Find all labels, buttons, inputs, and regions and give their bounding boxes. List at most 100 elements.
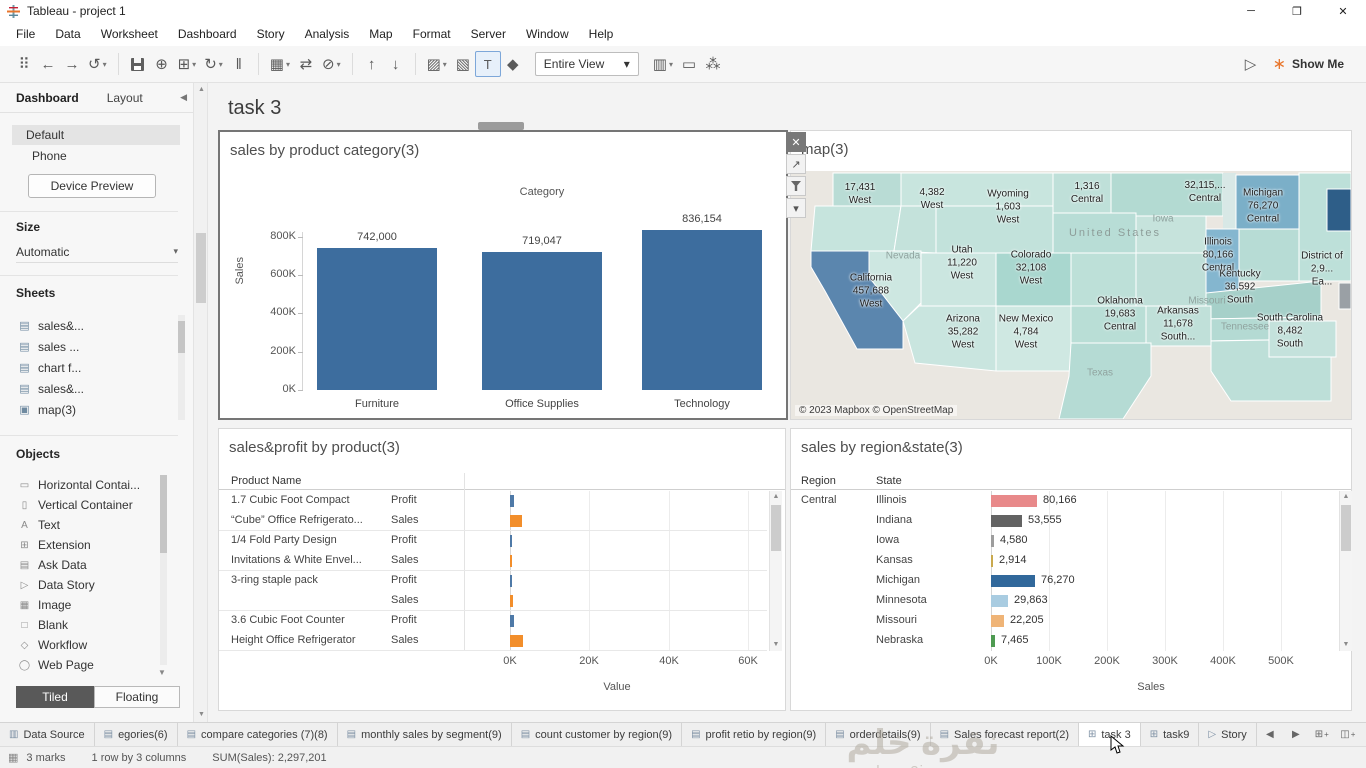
sheet-item[interactable]: ▤ sales&... [0,378,178,399]
tab-layout[interactable]: Layout [107,91,143,105]
show-me-button[interactable]: ∗ Show Me [1263,54,1354,74]
bar-mark[interactable] [482,252,602,390]
sheet-item[interactable]: ▤ chart f... [0,357,178,378]
object-item-horizontal-contai-[interactable]: ▭ Horizontal Contai... [0,475,178,495]
sheet-tab-task9[interactable]: ⊞ task9 [1140,723,1200,746]
object-item-text[interactable]: A Text [0,515,178,535]
highlight-button[interactable]: ▨ ▾ [423,51,451,77]
remove-item-icon[interactable]: ✕ [786,132,806,152]
state-row[interactable]: Illinois 80,166 [791,491,1337,511]
sheet-tab-egories-6-[interactable]: ▤ egories(6) [94,723,178,746]
menu-server[interactable]: Server [461,23,516,45]
pause-updates-button[interactable]: ‖ [227,51,251,77]
region-table-panel[interactable]: sales by region&state(3) Region State Ce… [790,428,1352,711]
sheet-tab-count-customer-by-region-9-[interactable]: ▤ count customer by region(9) [511,723,683,746]
previous-tab-icon[interactable]: ◀ [1257,729,1283,740]
measure-bar[interactable] [510,635,523,647]
state-bar[interactable] [991,495,1037,507]
show-hide-cards-button[interactable]: ▥ ▾ [649,51,677,77]
state-bar[interactable] [991,595,1008,607]
measure-bar[interactable] [510,595,513,607]
save-button[interactable] [126,51,150,77]
state-bar[interactable] [991,575,1035,587]
device-phone-item[interactable]: Phone [12,146,180,166]
floating-button[interactable]: Floating [94,686,180,708]
sheet-item[interactable]: ▤ sales ... [0,336,178,357]
more-options-icon[interactable]: ▾ [786,198,806,218]
go-to-sheet-icon[interactable]: ↗ [786,154,806,174]
measure-bar[interactable] [510,615,514,627]
object-item-extension[interactable]: ⊞ Extension [0,535,178,555]
state-row[interactable]: Michigan 76,270 [791,571,1337,591]
share-button[interactable]: ⁂ [701,51,725,77]
map-viewport[interactable]: 17,431 West 4,382 West Wyoming 1,603 West 1,316… [791,171,1351,419]
table-scrollbar[interactable]: ▲ ▼ [769,491,782,651]
pointer-tool-icon[interactable]: ▷ [1239,51,1263,77]
maximize-icon[interactable]: ❐ [1274,0,1320,22]
sort-ascending-button[interactable]: ↑ [360,51,384,77]
scroll-down-icon[interactable]: ▼ [770,639,782,651]
close-icon[interactable]: ✕ [1320,0,1366,22]
object-item-blank[interactable]: □ Blank [0,615,178,635]
start-page-icon[interactable]: ⠿ [12,51,36,77]
new-story-tab-icon[interactable]: ▷+ [1361,729,1366,740]
new-worksheet-tab-icon[interactable]: ⊞ + [1309,729,1335,740]
object-item-data-story[interactable]: ▷ Data Story [0,575,178,595]
scrollbar-thumb[interactable] [771,505,781,551]
measure-bar[interactable] [510,495,514,507]
collapse-pane-icon[interactable]: ◀ [180,92,187,103]
fix-axes-button[interactable]: ◆ [501,51,525,77]
replay-button[interactable]: ↺ ▾ [84,51,111,77]
menu-window[interactable]: Window [516,23,579,45]
use-as-filter-icon[interactable] [786,176,806,196]
object-item-ask-data[interactable]: ▤ Ask Data [0,555,178,575]
menu-story[interactable]: Story [247,23,295,45]
scroll-up-icon[interactable]: ▲ [194,83,209,97]
bar-chart-panel[interactable]: sales by product category(3) Category Sa… [218,130,788,420]
state-row[interactable]: Nebraska 7,465 [791,631,1337,651]
pane-scrollbar[interactable]: ▲ ▼ [193,83,208,722]
sheet-tab-sales-forecast-report-2-[interactable]: ▤ Sales forecast report(2) [930,723,1079,746]
scroll-up-icon[interactable]: ▲ [770,491,782,503]
new-dashboard-tab-icon[interactable]: ◫ + [1335,729,1361,740]
mark-labels-button[interactable]: T [474,51,501,77]
scrollbar-thumb[interactable] [196,233,206,303]
object-item-image[interactable]: ▦ Image [0,595,178,615]
state-bar[interactable] [991,515,1022,527]
product-table-panel[interactable]: sales&profit by product(3) Product Name … [218,428,786,711]
sheet-item[interactable]: ▤ sales&... [0,315,178,336]
menu-analysis[interactable]: Analysis [295,23,360,45]
state-bar[interactable] [991,615,1004,627]
sheet-tab-story[interactable]: ▷ Story [1199,723,1257,746]
objects-scrollbar[interactable]: ▼ [158,475,167,677]
sheet-tab-monthly-sales-by-segment-9-[interactable]: ▤ monthly sales by segment(9) [337,723,512,746]
scroll-up-icon[interactable]: ▲ [1340,491,1352,503]
menu-worksheet[interactable]: Worksheet [91,23,168,45]
object-item-web-page[interactable]: ◯ Web Page [0,655,178,675]
state-row[interactable]: Minnesota 29,863 [791,591,1337,611]
fit-view-select[interactable]: Entire View ▾ [534,52,639,76]
swap-axes-button[interactable]: ⇄ [294,51,318,77]
product-row[interactable]: 3-ring staple pack Profit Sales [219,571,767,611]
measure-bar[interactable] [510,535,512,547]
device-default-item[interactable]: Default [12,125,180,145]
sheet-tab-data-source[interactable]: ▥ Data Source [0,723,95,746]
menu-map[interactable]: Map [359,23,402,45]
state-bar[interactable] [991,555,993,567]
bar-mark[interactable] [642,230,762,390]
state-bar[interactable] [991,635,995,647]
object-item-vertical-container[interactable]: ▯ Vertical Container [0,495,178,515]
refresh-button[interactable]: ↻ ▾ [200,51,227,77]
measure-bar[interactable] [510,575,512,587]
measure-bar[interactable] [510,515,522,527]
minimize-icon[interactable]: ─ [1228,0,1274,22]
scroll-down-icon[interactable]: ▼ [1340,639,1352,651]
state-row[interactable]: Missouri 22,205 [791,611,1337,631]
sheet-tab-compare-categories-7-8-[interactable]: ▤ compare categories (7)(8) [177,723,338,746]
next-tab-icon[interactable]: ▶ [1283,729,1309,740]
sort-descending-button[interactable]: ↓ [384,51,408,77]
product-row[interactable]: 1.7 Cubic Foot Compact “Cube” Office Refr… [219,491,767,531]
state-row[interactable]: Iowa 4,580 [791,531,1337,551]
product-row[interactable]: 1/4 Fold Party Design Invitations & White… [219,531,767,571]
state-row[interactable]: Kansas 2,914 [791,551,1337,571]
